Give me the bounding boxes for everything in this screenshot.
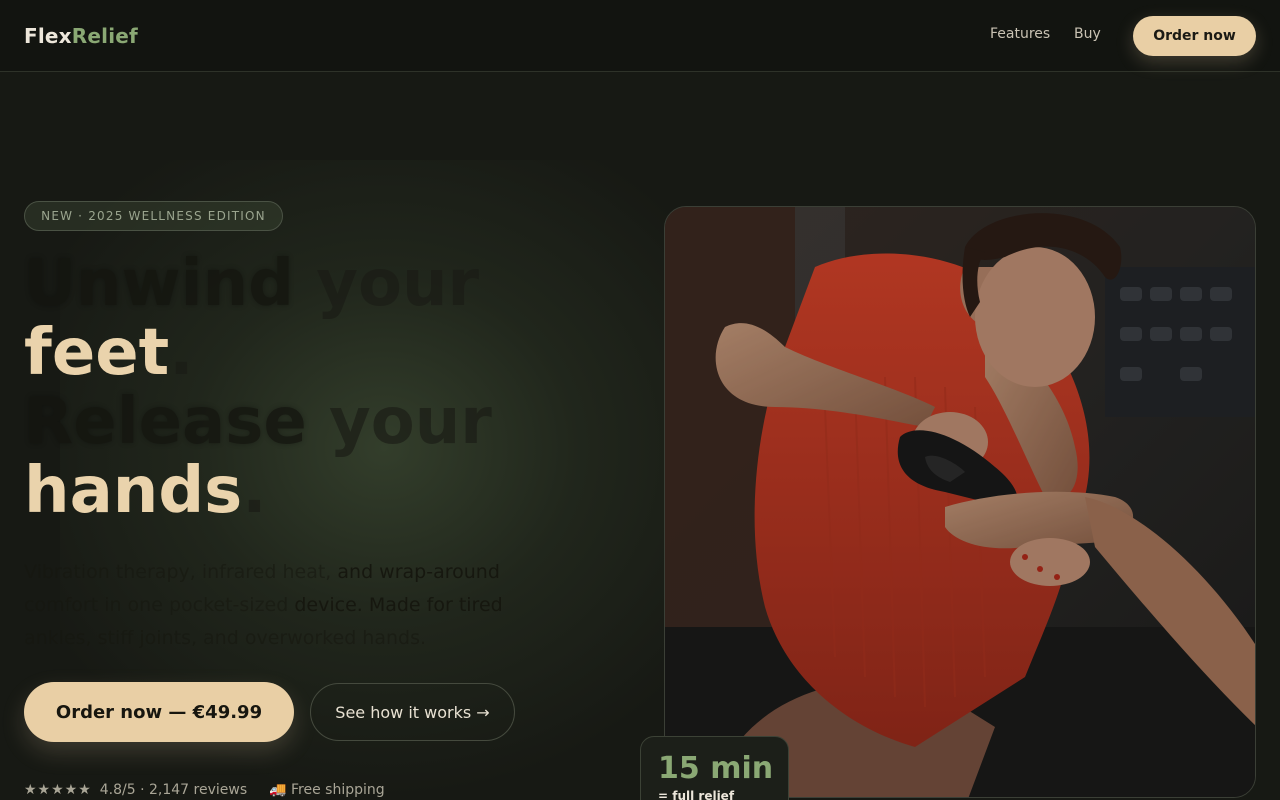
photo-illustration [665,207,1255,797]
headline-period-1: . [169,316,194,390]
relief-stat-card: 15 min = full relief [640,736,789,800]
stat-value: 15 min [658,751,774,786]
nav-link-buy[interactable]: Buy [1074,26,1101,42]
hero-description: Vibration therapy, infrared heat, and wr… [24,556,544,655]
rating-text: 4.8/5 · 2,147 reviews [99,782,248,798]
lede-part-3: comfort in one pocket-sized [24,594,289,616]
rating-stars-icon: ★★★★★ [24,782,92,798]
order-now-button[interactable]: Order now — €49.99 [24,682,294,742]
headline-line-2: feet. [24,319,644,388]
headline-word-unwind: Unwind [24,247,294,321]
headline-period-2: . [242,454,267,528]
lede-part-5: ankles, stiff joints, and overworked han… [24,627,427,649]
site-header: FlexRelief Features Buy Order now [0,0,1280,72]
hero-headline: Unwind your feet. Release your hands. [24,250,644,526]
brand-logo[interactable]: FlexRelief [24,24,138,48]
headline-word-your-1: your [293,247,480,321]
headline-word-feet: feet [24,316,170,390]
headline-word-hands: hands [24,454,243,528]
free-shipping-label: 🚚 Free shipping [269,782,385,798]
lede-part-2: and wrap-around [331,561,500,583]
headline-line-3: Release your [24,388,644,457]
see-how-it-works-button[interactable]: See how it works → [310,683,515,741]
edition-badge: NEW · 2025 WELLNESS EDITION [24,201,283,231]
brand-logo-part-1: Flex [24,24,72,48]
headline-word-your-2: your [306,385,492,459]
headline-word-release: Release [24,385,307,459]
headline-line-4: hands. [24,457,644,526]
rating-row: ★★★★★ 4.8/5 · 2,147 reviews 🚚 Free shippin… [24,782,385,798]
stat-label: = full relief [658,789,735,800]
headline-line-1: Unwind your [24,250,644,319]
lede-part-1: Vibration therapy, infrared heat, [24,561,332,583]
lede-part-4: device. Made for tired [288,594,503,616]
brand-logo-part-2: Relief [71,24,138,48]
header-order-button[interactable]: Order now [1133,16,1256,56]
nav-link-features[interactable]: Features [990,26,1050,42]
hero-photo [664,206,1256,798]
